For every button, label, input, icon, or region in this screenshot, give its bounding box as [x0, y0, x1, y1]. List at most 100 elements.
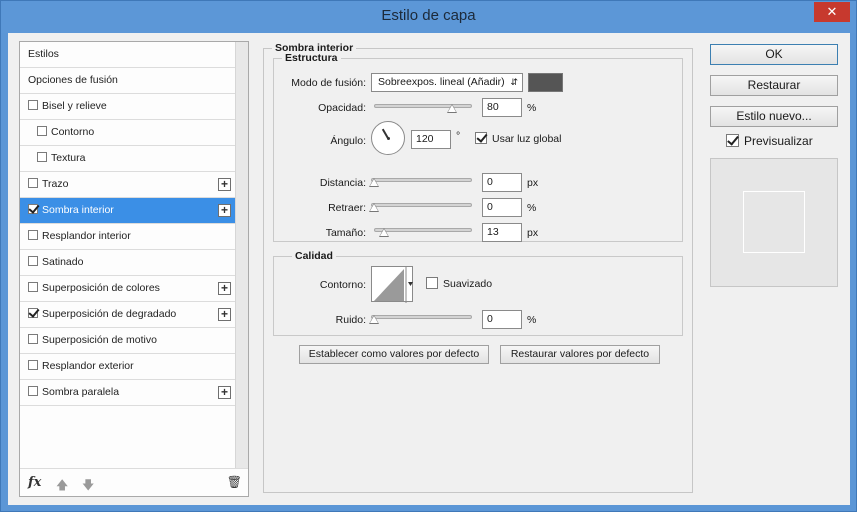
add-effect-icon[interactable]: + — [218, 308, 231, 321]
style-checkbox[interactable] — [28, 386, 38, 396]
preview-check[interactable] — [726, 134, 739, 147]
style-item-label: Textura — [51, 152, 86, 164]
distance-label: Distancia: — [319, 177, 366, 189]
trash-icon[interactable]: 🗑 — [227, 475, 242, 489]
style-checkbox[interactable] — [37, 152, 47, 162]
distance-input[interactable]: 0 — [482, 173, 522, 192]
style-checkbox[interactable] — [28, 256, 38, 266]
style-checkbox[interactable] — [28, 230, 38, 240]
style-item-resplandor-exterior[interactable]: Resplandor exterior — [20, 354, 235, 380]
style-item-label: Resplandor exterior — [42, 360, 134, 372]
style-item-opciones-de-fusion[interactable]: Opciones de fusión — [20, 68, 235, 94]
style-item-label: Resplandor interior — [42, 230, 131, 242]
angle-unit: ° — [456, 130, 461, 142]
new-style-button[interactable]: Estilo nuevo... — [710, 106, 838, 127]
noise-thumb[interactable] — [369, 315, 379, 324]
style-item-label: Superposición de degradado — [42, 308, 177, 320]
antialias-checkbox[interactable]: Suavizado — [426, 277, 492, 290]
choke-thumb[interactable] — [369, 203, 379, 212]
style-item-label: Trazo — [42, 178, 69, 190]
styles-items: Estilos Opciones de fusión Bisel y relieve… — [20, 42, 235, 406]
style-item-bisel-y-relieve[interactable]: Bisel y relieve — [20, 94, 235, 120]
title-bar: Estilo de capa ✕ — [1, 1, 856, 33]
style-item-estilos[interactable]: Estilos — [20, 42, 235, 68]
style-item-superposicion-de-motivo[interactable]: Superposición de motivo — [20, 328, 235, 354]
style-item-resplandor-interior[interactable]: Resplandor interior — [20, 224, 235, 250]
choke-slider[interactable] — [369, 198, 472, 212]
size-slider[interactable] — [374, 223, 472, 237]
style-item-label: Satinado — [42, 256, 84, 268]
choke-input[interactable]: 0 — [482, 198, 522, 217]
angle-dial[interactable] — [371, 121, 405, 155]
antialias-check[interactable] — [426, 277, 438, 289]
style-checkbox[interactable] — [28, 178, 38, 188]
opacity-input[interactable]: 80 — [482, 98, 522, 117]
style-checkbox[interactable] — [28, 334, 38, 344]
style-item-satinado[interactable]: Satinado — [20, 250, 235, 276]
preview-swatch — [743, 191, 805, 253]
noise-slider[interactable] — [369, 310, 472, 324]
add-effect-icon[interactable]: + — [218, 386, 231, 399]
global-light-label: Usar luz global — [492, 133, 562, 145]
preview-label: Previsualizar — [744, 134, 813, 148]
contour-curve-icon — [374, 267, 413, 303]
opacity-unit: % — [527, 102, 537, 114]
style-checkbox[interactable] — [37, 126, 47, 136]
style-item-sombra-interior[interactable]: Sombra interior + — [20, 198, 235, 224]
style-checkbox[interactable] — [28, 100, 38, 110]
style-item-label: Bisel y relieve — [42, 100, 107, 112]
global-light-checkbox[interactable]: Usar luz global — [475, 132, 561, 145]
inner-shadow-panel: Sombra interior Estructura Modo de fusió… — [263, 42, 693, 493]
make-default-button[interactable]: Establecer como valores por defecto — [299, 345, 489, 364]
choke-track — [371, 203, 472, 207]
add-effect-icon[interactable]: + — [218, 178, 231, 191]
contour-label: Contorno: — [319, 279, 366, 291]
noise-input[interactable]: 0 — [482, 310, 522, 329]
arrow-up-icon[interactable]: 🡅 — [56, 476, 68, 497]
distance-thumb[interactable] — [369, 178, 379, 187]
contour-picker[interactable] — [371, 266, 413, 303]
angle-input[interactable]: 120 — [411, 130, 451, 149]
style-item-contorno[interactable]: Contorno — [20, 120, 235, 146]
opacity-thumb[interactable] — [447, 104, 457, 113]
style-item-superposicion-de-degradado[interactable]: Superposición de degradado + — [20, 302, 235, 328]
style-checkbox[interactable] — [28, 360, 38, 370]
style-item-sombra-paralela[interactable]: Sombra paralela + — [20, 380, 235, 406]
size-label: Tamaño: — [325, 227, 366, 239]
reset-button[interactable]: Restaurar — [710, 75, 838, 96]
style-item-textura[interactable]: Textura — [20, 146, 235, 172]
close-button[interactable]: ✕ — [814, 2, 850, 22]
list-scrollbar[interactable] — [235, 42, 248, 468]
style-checkbox[interactable] — [28, 308, 38, 318]
distance-slider[interactable] — [369, 173, 472, 187]
reset-default-button[interactable]: Restaurar valores por defecto — [500, 345, 660, 364]
style-item-label: Contorno — [51, 126, 95, 138]
shadow-color-swatch[interactable] — [528, 73, 563, 92]
style-item-label: Sombra paralela — [42, 386, 120, 398]
opacity-slider[interactable] — [374, 99, 472, 113]
noise-unit: % — [527, 314, 537, 326]
structure-title: Estructura — [282, 52, 341, 64]
quality-group: Calidad Contorno: Suavizado Ruido: 0 % — [273, 250, 683, 336]
list-footer: fx 🡅 🡇 🗑 — [20, 468, 248, 496]
add-effect-icon[interactable]: + — [218, 204, 231, 217]
style-checkbox[interactable] — [28, 282, 38, 292]
blend-mode-select[interactable]: Sobreexpos. lineal (Añadir) ⇵ — [371, 73, 523, 92]
noise-track — [371, 315, 472, 319]
add-effect-icon[interactable]: + — [218, 282, 231, 295]
global-light-check[interactable] — [475, 132, 487, 144]
style-item-trazo[interactable]: Trazo + — [20, 172, 235, 198]
style-checkbox[interactable] — [28, 204, 38, 214]
choke-unit: % — [527, 202, 537, 214]
style-item-superposicion-de-colores[interactable]: Superposición de colores + — [20, 276, 235, 302]
arrow-down-icon[interactable]: 🡇 — [82, 476, 94, 497]
size-input[interactable]: 13 — [482, 223, 522, 242]
choke-label: Retraer: — [328, 202, 366, 214]
size-thumb[interactable] — [379, 228, 389, 237]
opacity-track — [374, 104, 472, 108]
fx-button[interactable]: fx — [28, 475, 41, 490]
window-title: Estilo de capa — [381, 7, 476, 24]
preview-checkbox[interactable]: Previsualizar — [726, 134, 813, 148]
ok-button[interactable]: OK — [710, 44, 838, 65]
style-item-label: Sombra interior — [42, 204, 114, 216]
